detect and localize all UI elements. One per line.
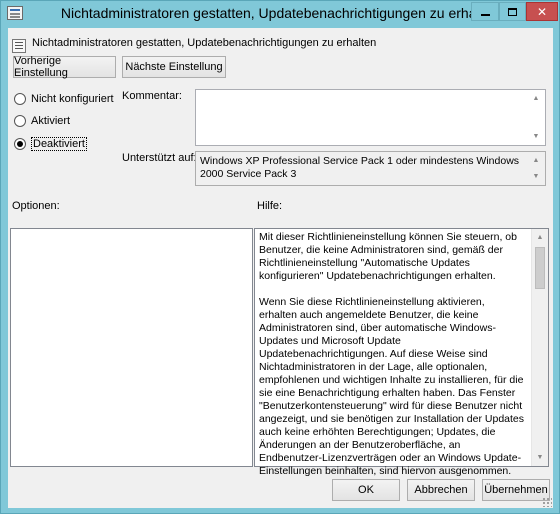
minimize-button[interactable] bbox=[471, 2, 499, 21]
previous-setting-label: Vorherige Einstellung bbox=[14, 55, 68, 79]
scroll-up-icon[interactable]: ▲ bbox=[528, 90, 544, 107]
help-pane[interactable]: Mit dieser Richtlinieneinstellung können… bbox=[254, 228, 549, 477]
supported-on-field: Windows XP Professional Service Pack 1 o… bbox=[195, 151, 546, 186]
comment-label: Kommentar: bbox=[122, 90, 182, 102]
radio-circle bbox=[14, 93, 26, 105]
help-text: Mit dieser Richtlinieneinstellung können… bbox=[259, 231, 525, 477]
scroll-down-icon[interactable]: ▼ bbox=[532, 449, 548, 466]
next-setting-button[interactable]: Nächste Einstellung bbox=[122, 56, 226, 78]
radio-disabled[interactable]: Deaktiviert bbox=[14, 137, 87, 151]
policy-setting-window: Nichtadministratoren gestatten, Updatebe… bbox=[0, 0, 560, 514]
apply-label: Übernehmen bbox=[484, 484, 548, 496]
comment-field[interactable]: ▲ ▼ bbox=[195, 89, 546, 146]
ok-label: OK bbox=[358, 484, 374, 496]
minimize-icon bbox=[480, 13, 490, 16]
cancel-label: Abbrechen bbox=[414, 484, 468, 496]
radio-not-configured[interactable]: Nicht konfiguriert bbox=[14, 93, 114, 105]
help-scrollbar[interactable]: ▲ ▼ bbox=[531, 229, 548, 466]
options-pane bbox=[10, 228, 253, 467]
radio-label: Aktiviert bbox=[31, 115, 71, 127]
maximize-button[interactable] bbox=[499, 2, 526, 21]
title-bar[interactable]: Nichtadministratoren gestatten, Updatebe… bbox=[1, 1, 559, 27]
previous-setting-button[interactable]: Vorherige Einstellung bbox=[13, 55, 116, 79]
scroll-down-icon[interactable]: ▼ bbox=[528, 128, 544, 145]
maximize-icon bbox=[508, 7, 517, 16]
help-label: Hilfe: bbox=[257, 200, 283, 212]
close-icon: ✕ bbox=[536, 4, 548, 19]
scroll-up-icon[interactable]: ▲ bbox=[528, 152, 544, 169]
setting-icon bbox=[12, 39, 26, 53]
supported-value: Windows XP Professional Service Pack 1 o… bbox=[200, 155, 520, 180]
supported-label: Unterstützt auf: bbox=[122, 152, 197, 164]
radio-circle-selected bbox=[14, 138, 26, 150]
radio-label: Nicht konfiguriert bbox=[31, 93, 114, 105]
supported-scrollbar[interactable]: ▲ ▼ bbox=[528, 152, 545, 185]
resize-grip-icon[interactable] bbox=[542, 497, 552, 507]
radio-enabled[interactable]: Aktiviert bbox=[14, 115, 70, 127]
options-label: Optionen: bbox=[12, 200, 60, 212]
radio-label: Deaktiviert bbox=[31, 137, 87, 151]
cancel-button[interactable]: Abbrechen bbox=[407, 479, 475, 501]
setting-name: Nichtadministratoren gestatten, Updatebe… bbox=[32, 37, 377, 49]
ok-button[interactable]: OK bbox=[332, 479, 400, 501]
radio-circle bbox=[14, 115, 26, 127]
next-setting-label: Nächste Einstellung bbox=[125, 61, 223, 73]
scrollbar-thumb[interactable] bbox=[535, 247, 545, 289]
scroll-up-icon[interactable]: ▲ bbox=[532, 229, 548, 246]
dialog-body: Nichtadministratoren gestatten, Updatebe… bbox=[8, 28, 553, 508]
close-button[interactable]: ✕ bbox=[526, 2, 558, 21]
comment-scrollbar[interactable]: ▲ ▼ bbox=[528, 90, 545, 145]
apply-button[interactable]: Übernehmen bbox=[482, 479, 550, 501]
scroll-down-icon[interactable]: ▼ bbox=[528, 168, 544, 185]
